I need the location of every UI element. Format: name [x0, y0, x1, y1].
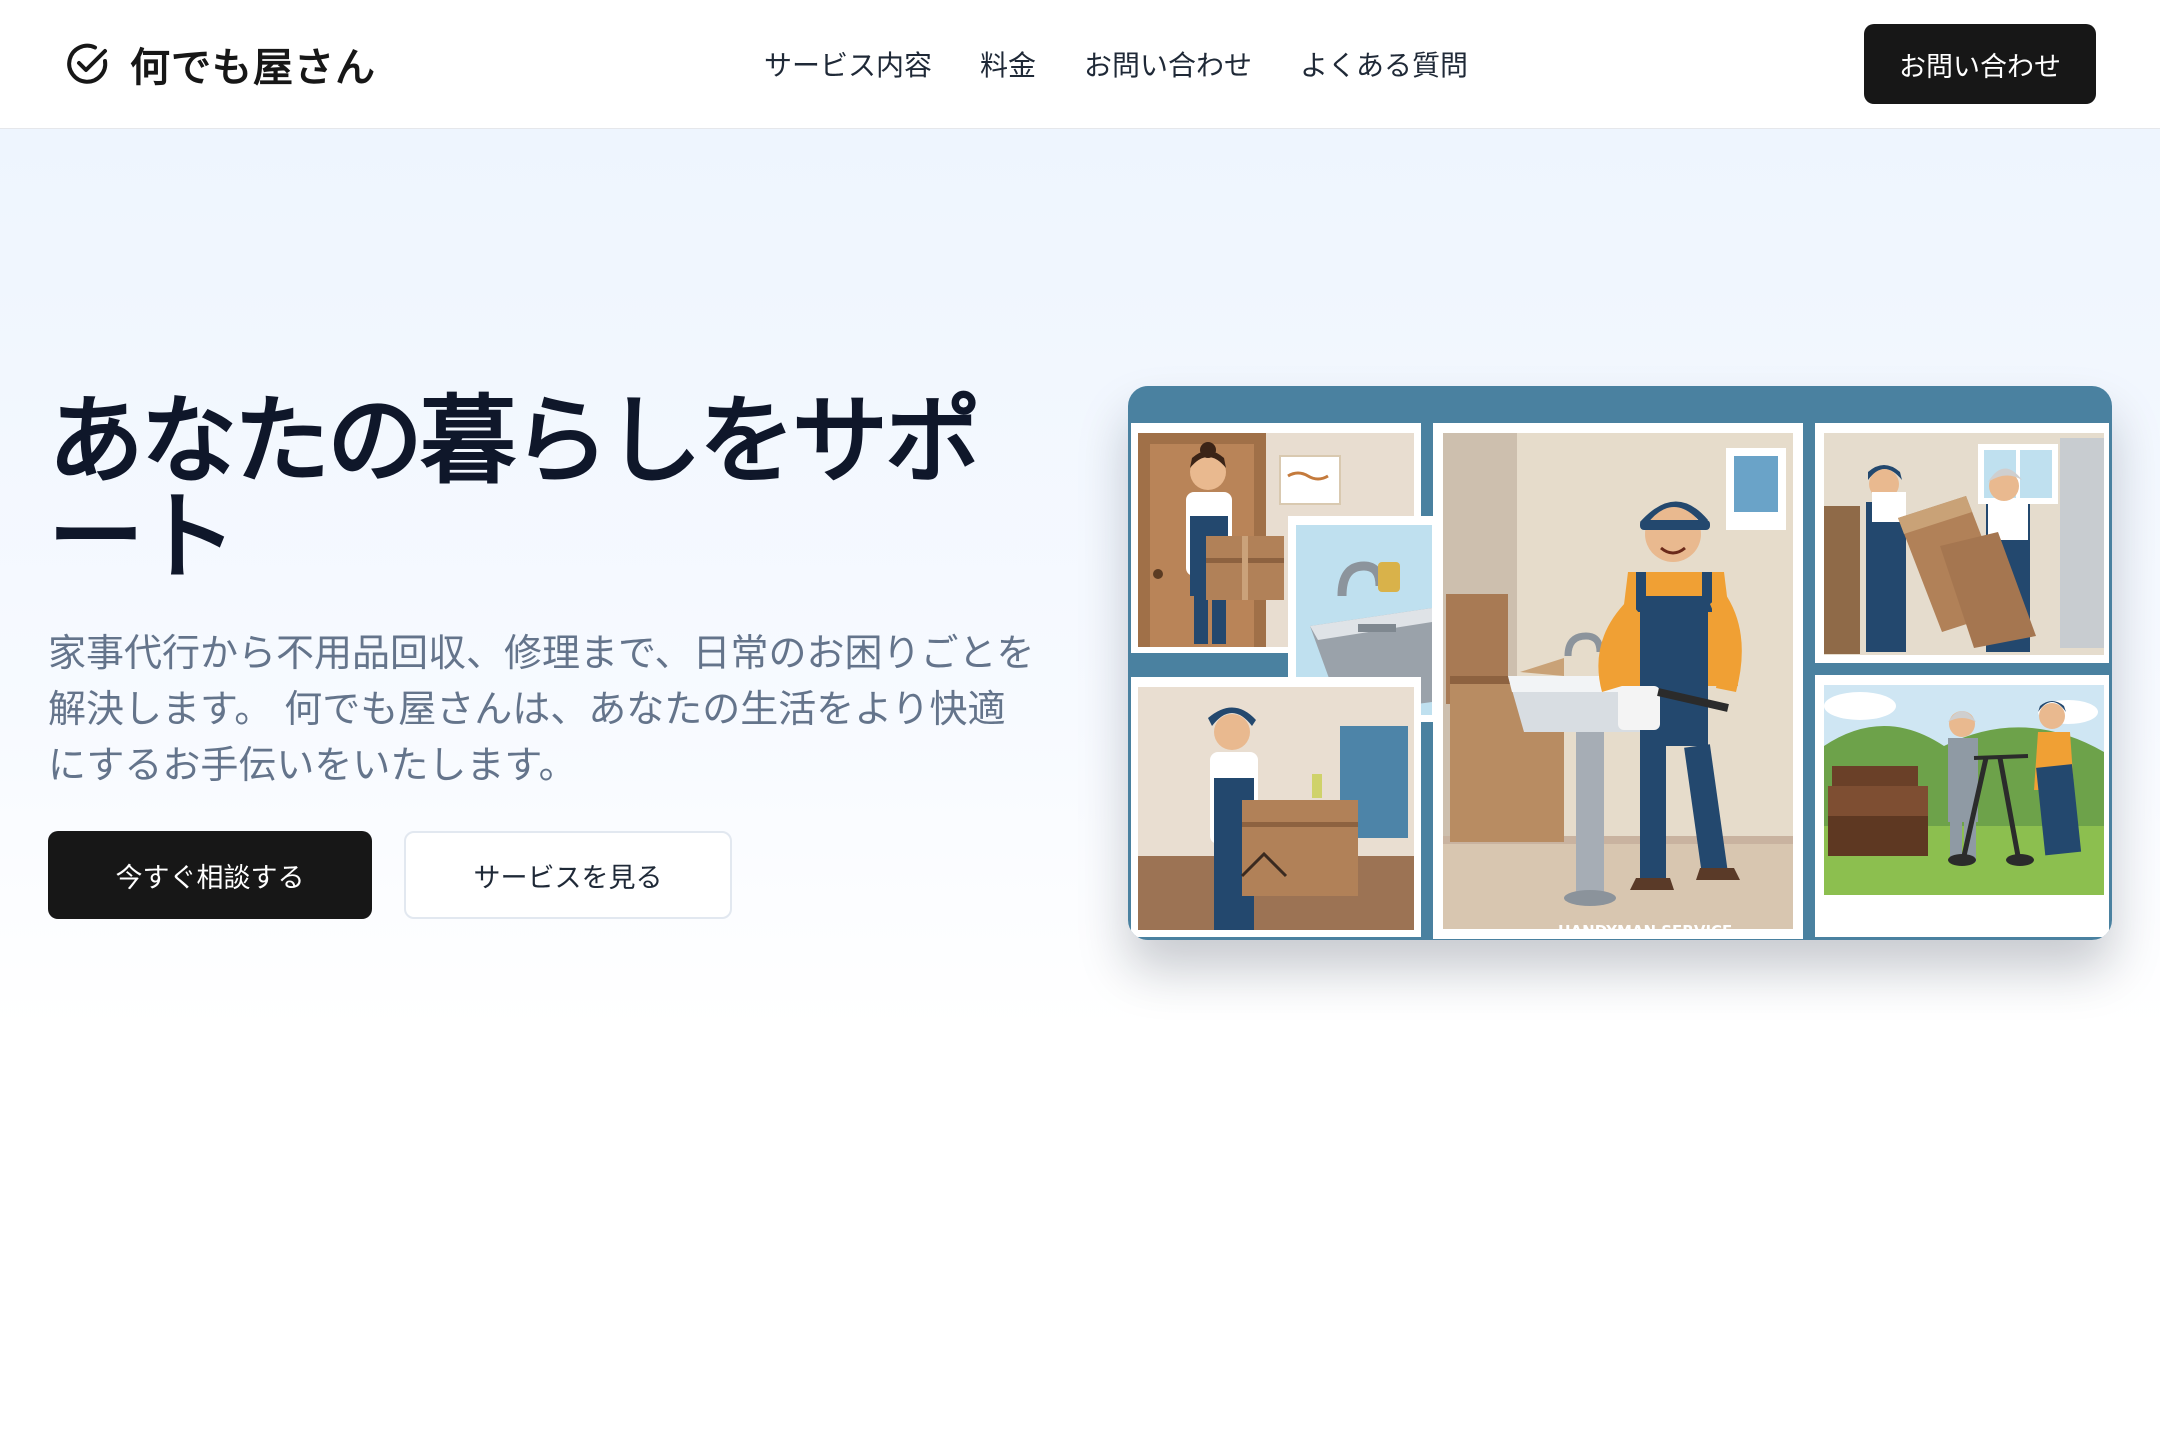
hero-description: 家事代行から不用品回収、修理まで、日常のお困りごとを解決します。 何でも屋さんは…	[48, 631, 1035, 787]
panel-plumber	[1433, 423, 1803, 939]
view-services-button[interactable]: サービスを見る	[404, 831, 732, 919]
logo-text: 何でも屋さん	[130, 45, 376, 91]
nav-contact[interactable]: お問い合わせ	[1084, 44, 1252, 84]
hero-section: あなたの暮らしをサポート 家事代行から不用品回収、修理まで、日常のお困りごとを解…	[0, 129, 2160, 1029]
panel-moving	[1815, 423, 2109, 663]
nav-pricing[interactable]: 料金	[980, 44, 1036, 84]
hero-illustration: HANDYMAN SERVICE	[1128, 386, 2112, 940]
panel-packing	[1131, 677, 1421, 937]
header-contact-button[interactable]: お問い合わせ	[1864, 24, 2096, 104]
logo[interactable]: 何でも屋さん	[64, 36, 376, 92]
image-caption: HANDYMAN SERVICE	[1558, 922, 1732, 940]
nav-services[interactable]: サービス内容	[764, 44, 932, 84]
site-header: 何でも屋さん サービス内容 料金 お問い合わせ よくある質問 お問い合わせ	[0, 0, 2160, 129]
handyman-collage: HANDYMAN SERVICE	[1128, 386, 2112, 940]
panel-garden	[1815, 675, 2109, 937]
hero-title: あなたの暮らしをサポート	[48, 385, 981, 593]
nav-faq[interactable]: よくある質問	[1300, 44, 1468, 84]
check-circle-icon	[67, 43, 108, 84]
consult-now-button[interactable]: 今すぐ相談する	[48, 831, 372, 919]
page: 何でも屋さん サービス内容 料金 お問い合わせ よくある質問 お問い合わせ あな…	[0, 0, 2160, 1440]
main-nav: サービス内容 料金 お問い合わせ よくある質問	[764, 40, 1468, 88]
